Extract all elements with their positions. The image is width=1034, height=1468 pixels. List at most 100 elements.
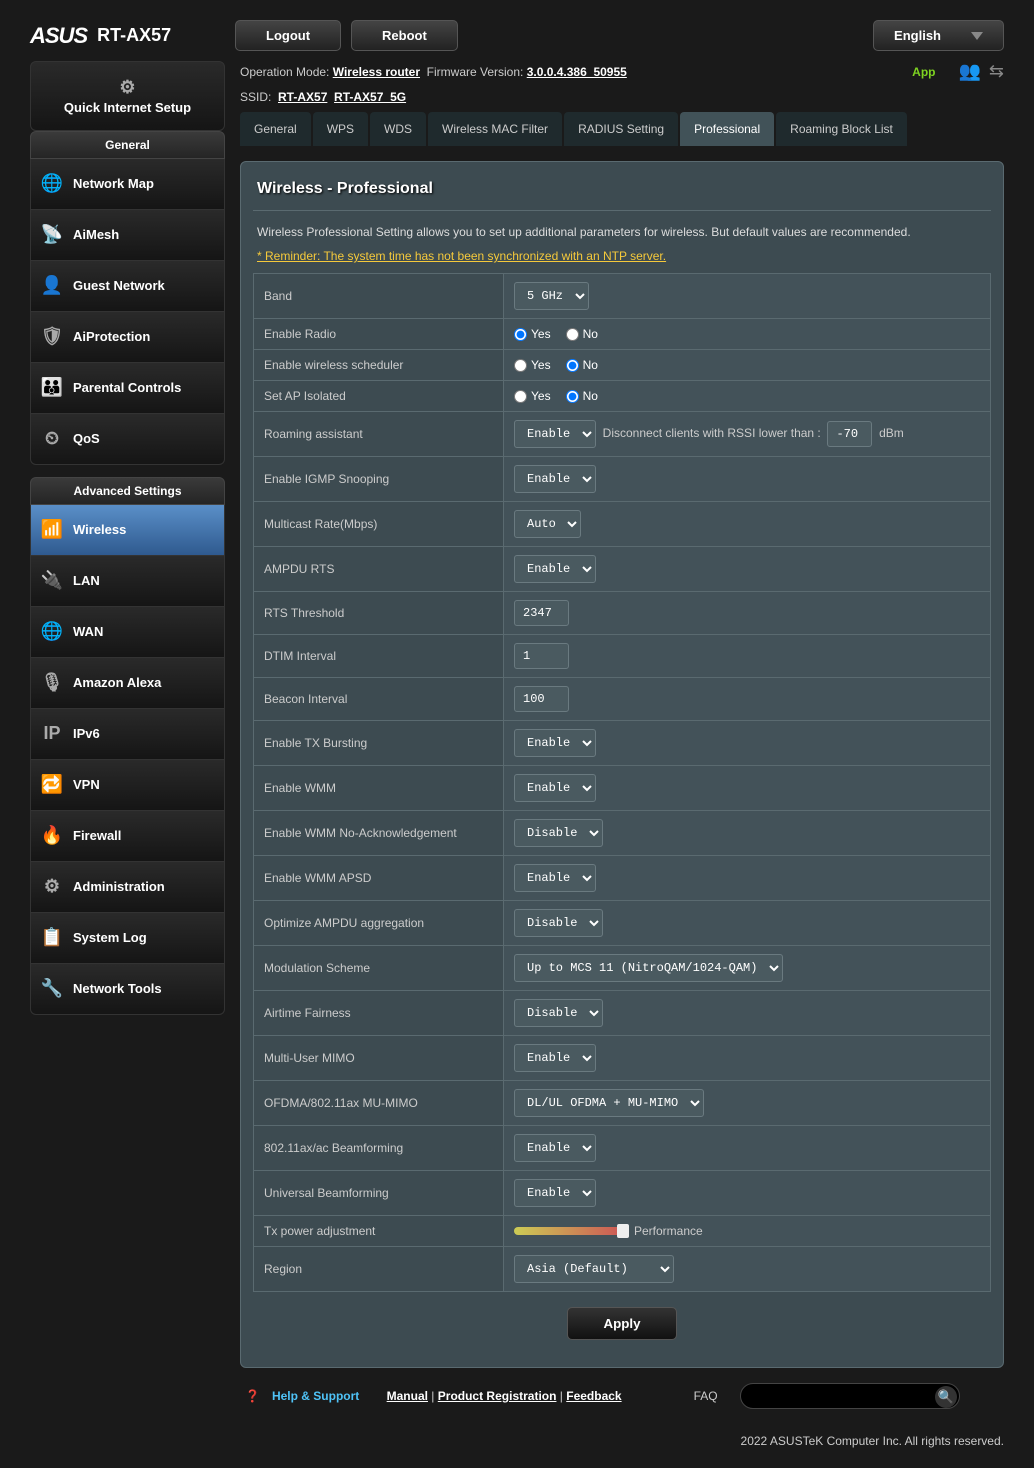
sidebar-item-ipv6[interactable]: IPIPv6 [30,709,225,760]
ofdma-select[interactable]: DL/UL OFDMA + MU-MIMO [514,1089,704,1117]
sidebar-icon: 👪 [41,377,63,399]
logout-button[interactable]: Logout [235,20,341,51]
sidebar-icon: ⚙ [41,876,63,898]
ssid1-link[interactable]: RT-AX57 [278,90,327,104]
sidebar-icon: 🛡 [41,326,63,348]
reboot-button[interactable]: Reboot [351,20,458,51]
app-link[interactable]: App [912,65,935,79]
sidebar-item-label: Wireless [73,522,126,537]
sidebar-item-label: IPv6 [73,726,100,741]
tab-general[interactable]: General [240,112,311,146]
mu-mimo-label: Multi-User MIMO [254,1036,504,1081]
sidebar-icon: 🔥 [41,825,63,847]
wmm-apsd-select[interactable]: Enable [514,864,596,892]
ampdu-agg-select[interactable]: Disable [514,909,603,937]
sidebar-item-wan[interactable]: 🌐WAN [30,607,225,658]
firmware-label: Firmware Version: [427,65,524,79]
multicast-select[interactable]: Auto [514,510,581,538]
ssid2-link[interactable]: RT-AX57_5G [334,90,406,104]
sidebar-item-lan[interactable]: 🔌LAN [30,556,225,607]
language-select[interactable]: English [873,20,1004,51]
wmm-apsd-label: Enable WMM APSD [254,856,504,901]
product-reg-link[interactable]: Product Registration [438,1389,557,1403]
universal-bf-select[interactable]: Enable [514,1179,596,1207]
sidebar-item-network-map[interactable]: 🌐Network Map [30,159,225,210]
tx-power-slider[interactable] [514,1227,624,1235]
share-icon[interactable]: ⇆ [989,61,1004,82]
igmp-select[interactable]: Enable [514,465,596,493]
universal-bf-label: Universal Beamforming [254,1171,504,1216]
scheduler-label: Enable wireless scheduler [254,350,504,381]
manual-link[interactable]: Manual [387,1389,428,1403]
band-label: Band [254,274,504,319]
sidebar-item-amazon-alexa[interactable]: 🎙Amazon Alexa [30,658,225,709]
sidebar-item-system-log[interactable]: 📋System Log [30,913,225,964]
operation-mode-link[interactable]: Wireless router [333,65,420,79]
ssid-label: SSID: [240,90,271,104]
apply-button[interactable]: Apply [567,1307,676,1340]
sidebar-group-general: General [30,131,225,159]
sidebar-item-label: LAN [73,573,100,588]
enable-radio-no[interactable]: No [566,327,598,341]
search-icon[interactable]: 🔍 [935,1386,957,1408]
sidebar-item-aiprotection[interactable]: 🛡AiProtection [30,312,225,363]
sidebar-item-administration[interactable]: ⚙ Administration [30,862,225,913]
dtim-input[interactable] [514,643,569,669]
sidebar-item-network-tools[interactable]: 🔧Network Tools [30,964,225,1015]
feedback-link[interactable]: Feedback [566,1389,621,1403]
panel-description: Wireless Professional Setting allows you… [253,210,991,249]
enable-radio-label: Enable Radio [254,319,504,350]
region-select[interactable]: Asia (Default) [514,1255,674,1283]
sidebar-item-qis[interactable]: ⚙ Quick Internet Setup [30,61,225,131]
users-icon[interactable]: 👥 [958,61,980,82]
ap-isolated-no[interactable]: No [566,389,598,403]
sidebar-icon: 👤 [41,275,63,297]
tab-radius-setting[interactable]: RADIUS Setting [564,112,678,146]
tab-wireless-mac-filter[interactable]: Wireless MAC Filter [428,112,562,146]
beacon-input[interactable] [514,686,569,712]
sidebar-item-qos[interactable]: ⏲QoS [30,414,225,465]
ampdu-rts-select[interactable]: Enable [514,555,596,583]
band-select[interactable]: 5 GHz [514,282,589,310]
qis-label: Quick Internet Setup [64,100,191,116]
sidebar-item-parental-controls[interactable]: 👪Parental Controls [30,363,225,414]
mu-mimo-select[interactable]: Enable [514,1044,596,1072]
tab-roaming-block-list[interactable]: Roaming Block List [776,112,907,146]
tab-wds[interactable]: WDS [370,112,426,146]
modulation-select[interactable]: Up to MCS 11 (NitroQAM/1024-QAM) [514,954,783,982]
ap-isolated-label: Set AP Isolated [254,381,504,412]
sidebar-item-vpn[interactable]: 🔁VPN [30,760,225,811]
sidebar-item-wireless[interactable]: 📶Wireless [30,505,225,556]
beacon-label: Beacon Interval [254,678,504,721]
sidebar-item-firewall[interactable]: 🔥Firewall [30,811,225,862]
help-support-link[interactable]: Help & Support [272,1389,359,1403]
dtim-label: DTIM Interval [254,635,504,678]
sidebar-item-label: QoS [73,431,100,446]
ntp-reminder-link[interactable]: * Reminder: The system time has not been… [253,249,991,273]
rts-threshold-input[interactable] [514,600,569,626]
sidebar-item-guest-network[interactable]: 👤Guest Network [30,261,225,312]
enable-radio-yes[interactable]: Yes [514,327,551,341]
roaming-select[interactable]: Enable [514,420,596,448]
wmm-noack-select[interactable]: Disable [514,819,603,847]
wmm-select[interactable]: Enable [514,774,596,802]
firmware-link[interactable]: 3.0.0.4.386_50955 [527,65,627,79]
sidebar-item-label: Administration [73,879,165,894]
search-input[interactable]: 🔍 [740,1383,960,1409]
roaming-label: Roaming assistant [254,412,504,457]
sidebar-item-aimesh[interactable]: 📡AiMesh [30,210,225,261]
airtime-select[interactable]: Disable [514,999,603,1027]
panel-title: Wireless - Professional [253,174,991,210]
rssi-input[interactable] [827,421,872,447]
beamforming-select[interactable]: Enable [514,1134,596,1162]
sidebar-icon: 🌐 [41,173,63,195]
tab-wps[interactable]: WPS [313,112,368,146]
roaming-disconnect-text: Disconnect clients with RSSI lower than … [603,426,821,440]
tx-bursting-select[interactable]: Enable [514,729,596,757]
sidebar-icon: 🔧 [41,978,63,1000]
tab-professional[interactable]: Professional [680,112,774,146]
scheduler-yes[interactable]: Yes [514,358,551,372]
scheduler-no[interactable]: No [566,358,598,372]
tx-power-label: Tx power adjustment [254,1216,504,1247]
ap-isolated-yes[interactable]: Yes [514,389,551,403]
